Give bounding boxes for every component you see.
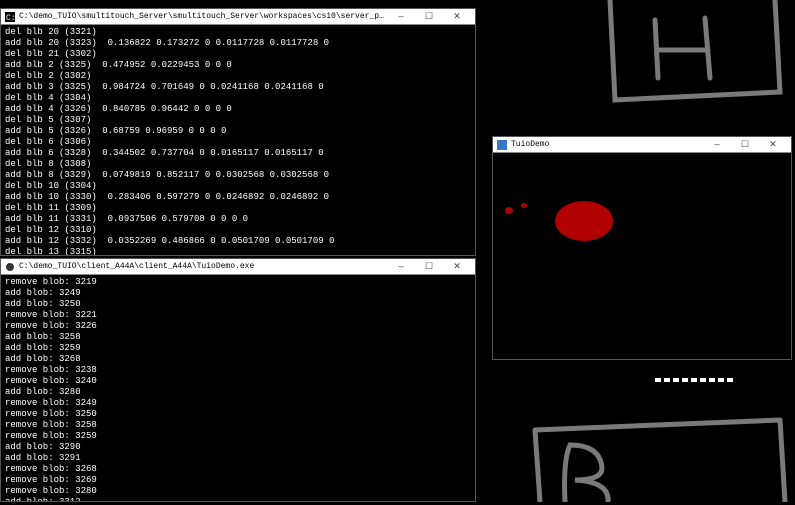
console-line: del blb 11 (3309) xyxy=(5,203,471,214)
console-line: add blob: 3280 xyxy=(5,387,471,398)
console-line: del blb 6 (3306) xyxy=(5,137,471,148)
console-line: del blb 21 (3302) xyxy=(5,49,471,60)
console-line: remove blob: 3268 xyxy=(5,464,471,475)
client-console-window: C:\demo_TUIO\client_A44A\client_A44A\Tui… xyxy=(0,258,476,502)
cmd-icon xyxy=(5,262,15,272)
console-line: del blb 8 (3308) xyxy=(5,159,471,170)
console-line: add blb 20 (3323) 0.136822 0.173272 0 0.… xyxy=(5,38,471,49)
console-line: add blob: 3258 xyxy=(5,332,471,343)
server-console-body[interactable]: del blb 20 (3321)add blb 20 (3323) 0.136… xyxy=(1,25,475,255)
client-titlebar[interactable]: C:\demo_TUIO\client_A44A\client_A44A\Tui… xyxy=(1,259,475,275)
touch-blob-small xyxy=(505,207,513,214)
console-line: add blb 3 (3325) 0.984724 0.701649 0 0.0… xyxy=(5,82,471,93)
minimize-button[interactable]: — xyxy=(387,9,415,24)
console-line: add blb 2 (3325) 0.474952 0.0229453 0 0 … xyxy=(5,60,471,71)
console-line: add blb 6 (3328) 0.344502 0.737704 0 0.0… xyxy=(5,148,471,159)
console-line: add blb 12 (3332) 0.0352269 0.486866 0 0… xyxy=(5,236,471,247)
server-titlebar[interactable]: C:\ C:\demo_TUIO\smultitouch_Server\smul… xyxy=(1,9,475,25)
console-line: del blb 4 (3304) xyxy=(5,93,471,104)
client-title: C:\demo_TUIO\client_A44A\client_A44A\Tui… xyxy=(19,262,387,271)
minimize-button[interactable]: — xyxy=(387,259,415,274)
close-button[interactable]: ✕ xyxy=(443,9,471,24)
console-line: remove blob: 3269 xyxy=(5,475,471,486)
console-line: remove blob: 3238 xyxy=(5,365,471,376)
console-line: del blb 5 (3307) xyxy=(5,115,471,126)
console-line: add blob: 3291 xyxy=(5,453,471,464)
maximize-button[interactable]: ☐ xyxy=(415,259,443,274)
console-line: add blb 4 (3326) 0.840785 0.96442 0 0 0 … xyxy=(5,104,471,115)
console-line: remove blob: 3280 xyxy=(5,486,471,497)
console-line: del blb 20 (3321) xyxy=(5,27,471,38)
console-line: del blb 13 (3315) xyxy=(5,247,471,255)
console-line: remove blob: 3259 xyxy=(5,431,471,442)
console-line: add blob: 3290 xyxy=(5,442,471,453)
console-line: add blob: 3250 xyxy=(5,299,471,310)
tuiodemo-canvas[interactable] xyxy=(493,153,791,359)
console-line: remove blob: 3221 xyxy=(5,310,471,321)
console-line: add blb 8 (3329) 0.0749819 0.852117 0 0.… xyxy=(5,170,471,181)
server-title: C:\demo_TUIO\smultitouch_Server\smultito… xyxy=(19,12,387,21)
console-line: del blb 2 (3302) xyxy=(5,71,471,82)
touch-blob-small xyxy=(521,203,527,208)
console-line: remove blob: 3250 xyxy=(5,409,471,420)
maximize-button[interactable]: ☐ xyxy=(415,9,443,24)
close-button[interactable]: ✕ xyxy=(443,259,471,274)
client-console-body[interactable]: remove blob: 3219add blob: 3249add blob:… xyxy=(1,275,475,501)
maximize-button[interactable]: ☐ xyxy=(731,137,759,152)
tuiodemo-window: TuioDemo — ☐ ✕ xyxy=(492,136,792,360)
console-line: add blb 5 (3326) 0.68759 0.96959 0 0 0 0 xyxy=(5,126,471,137)
console-line: del blb 10 (3304) xyxy=(5,181,471,192)
console-line: add blob: 3249 xyxy=(5,288,471,299)
app-icon xyxy=(497,140,507,150)
minimize-button[interactable]: — xyxy=(703,137,731,152)
console-line: add blob: 3312 xyxy=(5,497,471,501)
touch-blob-large xyxy=(555,201,613,241)
console-line: add blb 11 (3331) 0.0937506 0.579708 0 0… xyxy=(5,214,471,225)
server-console-window: C:\ C:\demo_TUIO\smultitouch_Server\smul… xyxy=(0,8,476,256)
console-line: add blob: 3268 xyxy=(5,354,471,365)
cmd-icon: C:\ xyxy=(5,12,15,22)
tuiodemo-title: TuioDemo xyxy=(511,140,703,149)
console-line: remove blob: 3258 xyxy=(5,420,471,431)
svg-text:C:\: C:\ xyxy=(6,14,15,22)
close-button[interactable]: ✕ xyxy=(759,137,787,152)
tuiodemo-titlebar[interactable]: TuioDemo — ☐ ✕ xyxy=(493,137,791,153)
console-line: remove blob: 3249 xyxy=(5,398,471,409)
console-line: add blb 10 (3330) 0.283406 0.597279 0 0.… xyxy=(5,192,471,203)
console-line: remove blob: 3226 xyxy=(5,321,471,332)
desktop-dots xyxy=(655,375,736,385)
console-line: del blb 12 (3310) xyxy=(5,225,471,236)
console-line: remove blob: 3219 xyxy=(5,277,471,288)
console-line: add blob: 3259 xyxy=(5,343,471,354)
console-line: remove blob: 3240 xyxy=(5,376,471,387)
